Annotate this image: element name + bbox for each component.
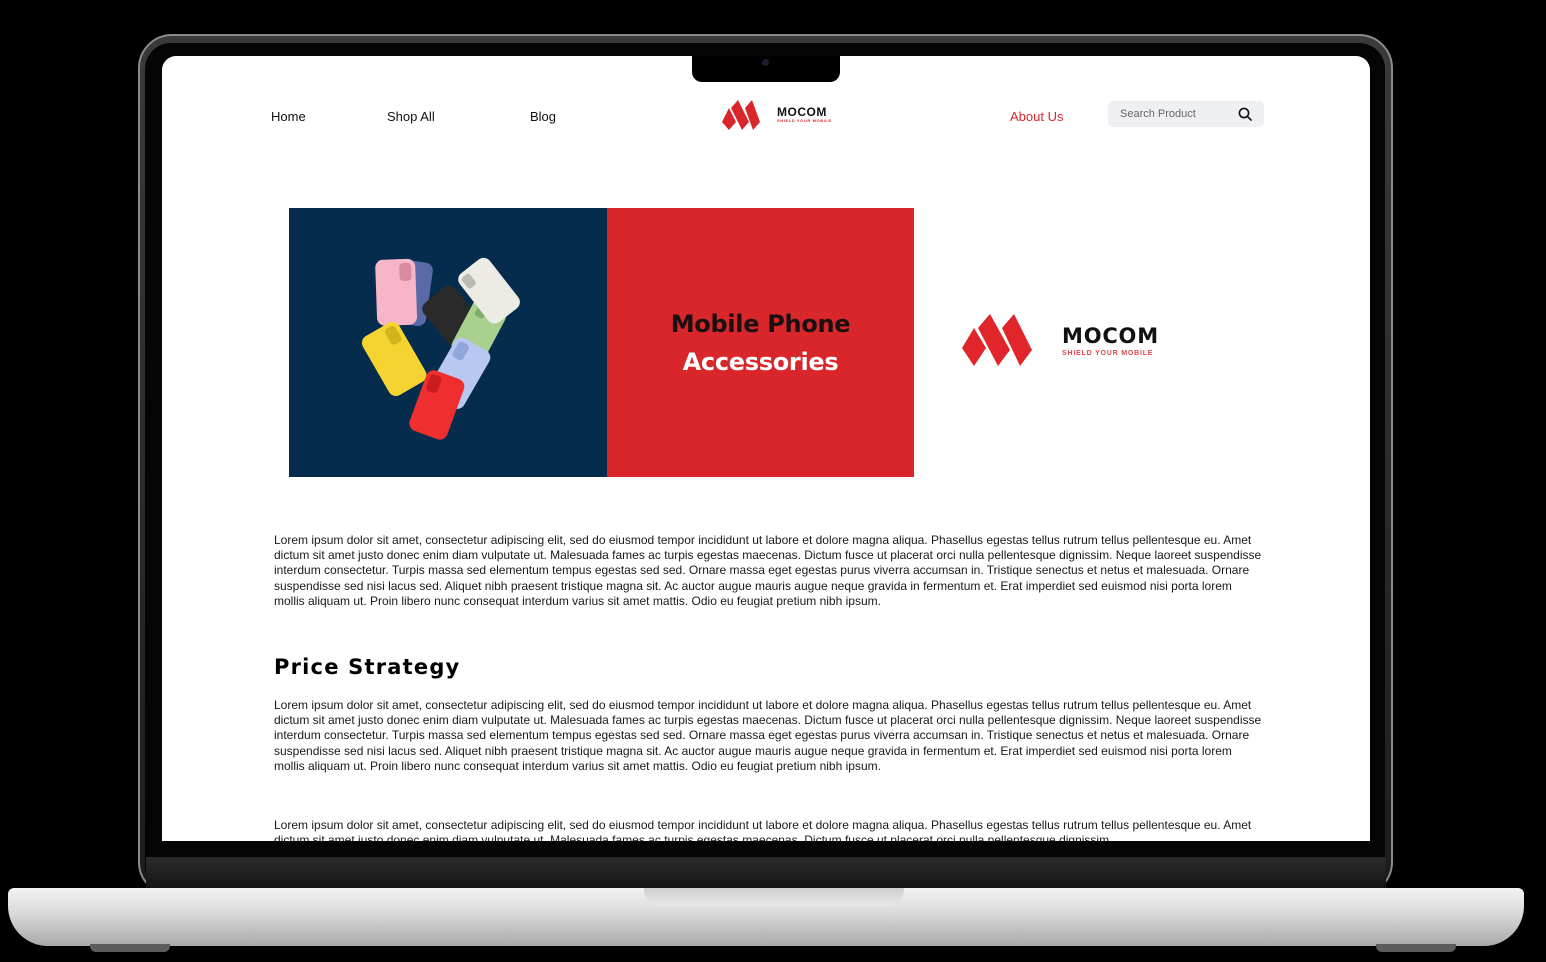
header-logo[interactable]: MOCOM SHIELD YOUR MOBILE xyxy=(722,100,832,130)
search-input[interactable] xyxy=(1120,108,1228,120)
laptop-foot-left xyxy=(90,944,170,952)
hero-brand-logo: MOCOM SHIELD YOUR MOBILE xyxy=(962,314,1159,366)
nav-blog[interactable]: Blog xyxy=(530,109,556,124)
mocom-logo-icon xyxy=(722,100,760,130)
camera-notch xyxy=(692,56,840,82)
section-paragraph: Lorem ipsum dolor sit amet, consectetur … xyxy=(274,698,1262,773)
hero-title-line2: Accessories xyxy=(682,347,839,376)
laptop-foot-right xyxy=(1376,944,1456,952)
intro-paragraph: Lorem ipsum dolor sit amet, consectetur … xyxy=(274,533,1262,608)
large-brand-name: MOCOM xyxy=(1062,323,1159,348)
search-icon[interactable] xyxy=(1238,107,1252,121)
section-heading: Price Strategy xyxy=(274,655,461,679)
hero-title-panel: Mobile Phone Accessories xyxy=(607,208,914,477)
hero-phone-cases-image xyxy=(289,208,607,477)
hero-title-line1: Mobile Phone xyxy=(670,309,851,338)
nav-shop-all[interactable]: Shop All xyxy=(387,109,435,124)
trackpad-notch xyxy=(644,888,904,906)
section-paragraph-2: Lorem ipsum dolor sit amet, consectetur … xyxy=(274,818,1252,841)
search-bar[interactable] xyxy=(1108,101,1264,127)
large-brand-tagline: SHIELD YOUR MOBILE xyxy=(1062,349,1154,357)
laptop-hinge xyxy=(146,857,1386,889)
laptop-base xyxy=(8,888,1524,946)
brand-tagline: SHIELD YOUR MOBILE xyxy=(777,118,832,124)
webcam-icon xyxy=(762,59,769,66)
mocom-large-logo-icon xyxy=(962,314,1032,366)
phone-cases-illustration xyxy=(361,257,520,440)
nav-home[interactable]: Home xyxy=(271,109,306,124)
laptop-screen: Home Shop All Blog MOCOM SHIELD YOUR MOB… xyxy=(162,56,1370,841)
nav-about-us[interactable]: About Us xyxy=(1010,109,1063,124)
